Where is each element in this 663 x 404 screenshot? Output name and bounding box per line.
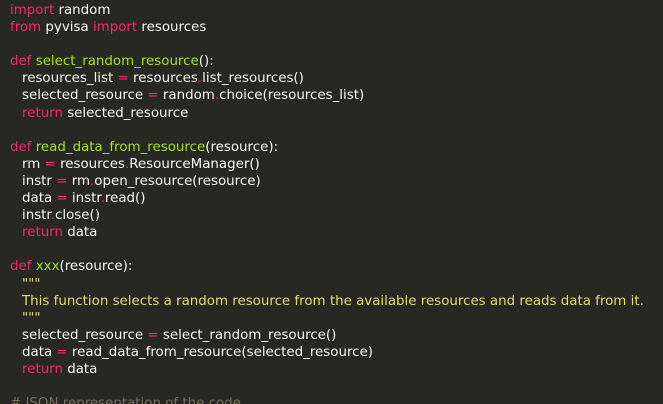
code-token: from	[10, 20, 42, 36]
code-token: def	[10, 139, 32, 155]
code-token: random	[54, 3, 111, 18]
code-token: return	[22, 361, 63, 377]
code-token: def	[10, 54, 32, 70]
code-line: import random	[0, 2, 663, 19]
code-line: data = read_data_from_resource(selected_…	[0, 344, 663, 361]
code-token: =	[56, 344, 68, 360]
code-token: =	[56, 173, 68, 189]
code-token: open_resource(resource)	[94, 173, 261, 189]
code-token: ():	[198, 54, 214, 70]
code-token: selected_resource	[22, 88, 148, 104]
code-line: return data	[0, 224, 663, 241]
code-token: ResourceManager()	[129, 156, 260, 172]
code-line: selected_resource = select_random_resour…	[0, 327, 663, 344]
code-token: =	[117, 71, 129, 87]
code-token: list_resources()	[202, 71, 304, 87]
code-token: data	[22, 344, 57, 360]
code-token: return	[22, 105, 63, 121]
code-token: import	[10, 3, 55, 18]
code-token: import	[92, 20, 138, 36]
code-token: data	[62, 361, 98, 377]
code-token: def	[10, 259, 32, 275]
code-token: instr	[22, 208, 51, 224]
code-token: read_data_from_resource	[35, 139, 206, 155]
code-token: read_data_from_resource(selected_resourc…	[67, 344, 373, 360]
code-token: rm	[22, 156, 45, 172]
code-line: from pyvisa import resources	[0, 19, 663, 36]
code-token: selected_resource	[62, 105, 189, 121]
code-line: def select_random_resource():	[0, 53, 663, 70]
code-token: resources_list	[22, 71, 118, 87]
code-token: """	[22, 276, 41, 292]
code-token: resource	[210, 139, 269, 155]
code-line: This function selects a random resource …	[0, 293, 663, 310]
code-token: rm	[67, 173, 91, 189]
code-token: (resource):	[59, 259, 133, 275]
code-token: ):	[268, 139, 279, 155]
code-token: """	[22, 310, 41, 326]
code-token: select_random_resource()	[158, 327, 337, 343]
code-line: def read_data_from_resource(resource):	[0, 139, 663, 156]
code-token: pyvisa	[41, 20, 93, 36]
code-editor[interactable]: import random from pyvisa import resource…	[0, 0, 663, 404]
code-line: instr = rm.open_resource(resource)	[0, 173, 663, 190]
code-token: selected_resource	[22, 327, 148, 343]
code-token: # JSON representation of the code	[10, 396, 241, 404]
code-token: data	[22, 191, 57, 207]
code-token: instr	[67, 191, 101, 207]
code-line: def xxx(resource):	[0, 258, 663, 275]
code-token: =	[56, 191, 68, 207]
code-token: =	[147, 327, 159, 343]
code-token: instr	[22, 173, 57, 189]
code-line: instr.close()	[0, 207, 663, 224]
code-line: """	[0, 310, 663, 327]
code-token: =	[44, 156, 56, 172]
code-token: choice(resources_list)	[219, 88, 365, 104]
code-line: """	[0, 276, 663, 293]
code-token: data	[62, 225, 98, 241]
code-token: resources	[137, 20, 207, 36]
code-token: random	[158, 88, 215, 104]
code-token: read()	[104, 191, 146, 207]
code-token: xxx	[35, 259, 60, 275]
code-line: resources_list = resources.list_resource…	[0, 70, 663, 87]
code-token: resources	[55, 156, 125, 172]
code-token: select_random_resource	[35, 54, 199, 70]
code-token: This function selects a random resource …	[22, 293, 644, 309]
code-token: =	[147, 88, 159, 104]
code-line: # JSON representation of the code	[0, 395, 663, 404]
code-line: return data	[0, 361, 663, 378]
code-token: resources	[128, 71, 198, 87]
code-line: rm = resources.ResourceManager()	[0, 156, 663, 173]
code-line: selected_resource = random.choice(resour…	[0, 87, 663, 104]
code-token: return	[22, 225, 63, 241]
code-token: close()	[54, 208, 100, 224]
code-line: return selected_resource	[0, 105, 663, 122]
code-line: data = instr.read()	[0, 190, 663, 207]
